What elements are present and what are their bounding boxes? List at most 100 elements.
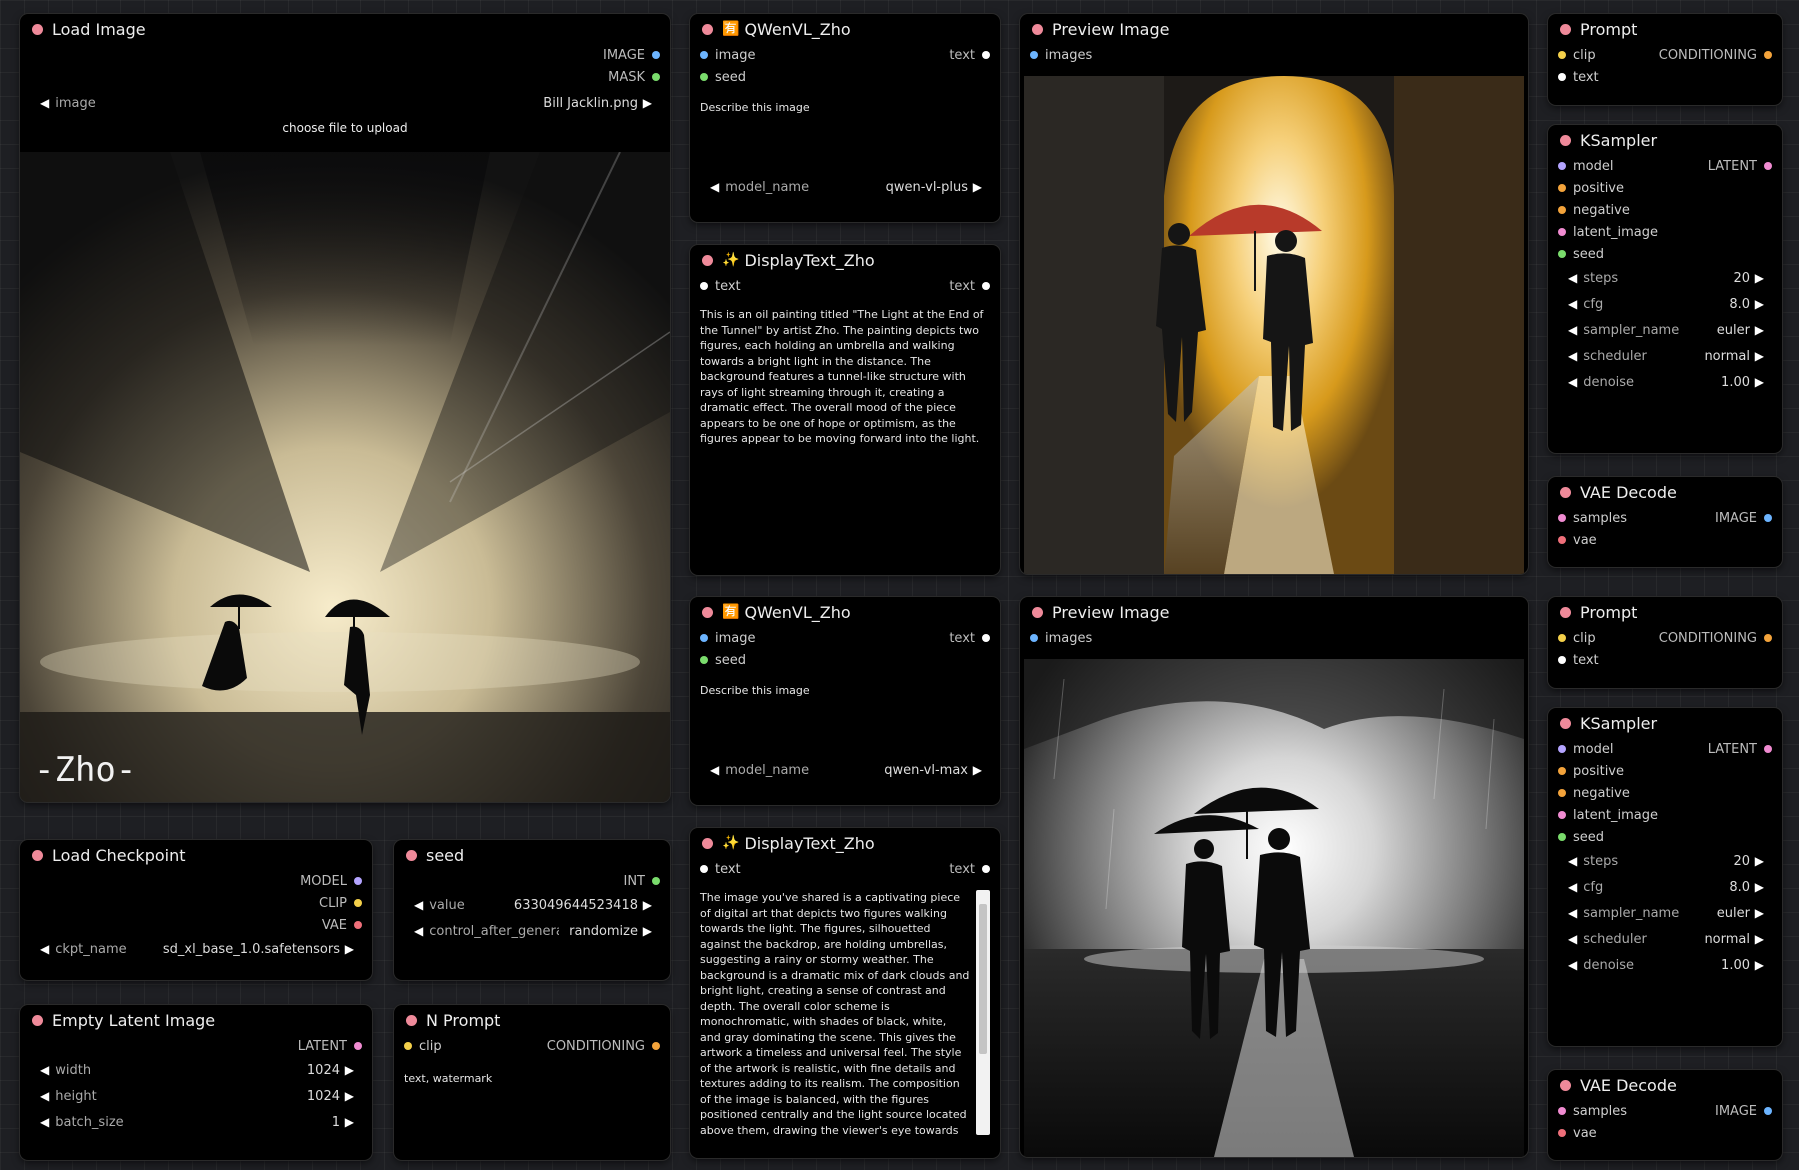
- chevron-left-icon[interactable]: ◀: [40, 1089, 49, 1103]
- chevron-right-icon[interactable]: ▶: [1755, 297, 1764, 311]
- textarea-scrollbar[interactable]: [976, 890, 990, 1135]
- model-selector[interactable]: ◀ model_name qwen-vl-plus ▶: [700, 174, 990, 200]
- load-checkpoint-node[interactable]: Load Checkpoint MODEL CLIP VAE ◀ ckpt_nam…: [20, 840, 372, 980]
- choose-file-button[interactable]: choose file to upload: [20, 118, 670, 138]
- chevron-left-icon[interactable]: ◀: [1568, 297, 1577, 311]
- chevron-left-icon[interactable]: ◀: [1568, 271, 1577, 285]
- chevron-right-icon[interactable]: ▶: [345, 942, 354, 956]
- ksampler-node-1[interactable]: KSampler model LATENT positive negative l…: [1548, 125, 1782, 453]
- input-latent-image-port[interactable]: [1558, 228, 1566, 236]
- output-model-port[interactable]: [354, 877, 362, 885]
- input-images-port[interactable]: [1030, 634, 1038, 642]
- output-mask-port[interactable]: [652, 73, 660, 81]
- prompt-node-2[interactable]: Prompt clip CONDITIONING text: [1548, 597, 1782, 688]
- output-image-port[interactable]: [1764, 514, 1772, 522]
- chevron-right-icon[interactable]: ▶: [643, 96, 652, 110]
- input-samples-port[interactable]: [1558, 1107, 1566, 1115]
- chevron-left-icon[interactable]: ◀: [40, 1115, 49, 1129]
- output-image-port[interactable]: [1764, 1107, 1772, 1115]
- input-seed-port[interactable]: [700, 73, 708, 81]
- output-clip-port[interactable]: [354, 899, 362, 907]
- chevron-left-icon[interactable]: ◀: [40, 942, 49, 956]
- input-text-port[interactable]: [1558, 73, 1566, 81]
- steps-widget[interactable]: ◀ steps 20 ▶: [1558, 848, 1772, 874]
- chevron-right-icon[interactable]: ▶: [1755, 349, 1764, 363]
- chevron-right-icon[interactable]: ▶: [1755, 958, 1764, 972]
- chevron-left-icon[interactable]: ◀: [40, 96, 49, 110]
- display-textarea[interactable]: The image you've shared is a captivating…: [690, 890, 1000, 1140]
- input-latent-image-port[interactable]: [1558, 811, 1566, 819]
- input-text-port[interactable]: [700, 282, 708, 290]
- output-latent-port[interactable]: [1764, 162, 1772, 170]
- chevron-right-icon[interactable]: ▶: [973, 180, 982, 194]
- preview-image-node-1[interactable]: Preview Image images: [1020, 14, 1528, 574]
- seed-node[interactable]: seed INT ◀ value 633049644523418 ▶ ◀ control…: [394, 840, 670, 980]
- input-image-port[interactable]: [700, 634, 708, 642]
- chevron-right-icon[interactable]: ▶: [345, 1089, 354, 1103]
- output-text-port[interactable]: [982, 51, 990, 59]
- chevron-left-icon[interactable]: ◀: [414, 924, 423, 938]
- chevron-right-icon[interactable]: ▶: [643, 898, 652, 912]
- displaytext-node-1[interactable]: ✨ DisplayText_Zho text text This is an oil…: [690, 245, 1000, 575]
- chevron-right-icon[interactable]: ▶: [1755, 323, 1764, 337]
- input-positive-port[interactable]: [1558, 184, 1566, 192]
- ckpt-selector[interactable]: ◀ ckpt_name sd_xl_base_1.0.safetensors ▶: [30, 936, 362, 962]
- denoise-widget[interactable]: ◀ denoise 1.00 ▶: [1558, 369, 1772, 395]
- chevron-left-icon[interactable]: ◀: [710, 180, 719, 194]
- input-seed-port[interactable]: [1558, 250, 1566, 258]
- preview-image-node-2[interactable]: Preview Image images: [1020, 597, 1528, 1157]
- chevron-left-icon[interactable]: ◀: [40, 1063, 49, 1077]
- input-text-port[interactable]: [700, 865, 708, 873]
- output-latent-port[interactable]: [354, 1042, 362, 1050]
- image-selector[interactable]: ◀ image Bill Jacklin.png ▶: [30, 90, 660, 116]
- steps-widget[interactable]: ◀ steps 20 ▶: [1558, 265, 1772, 291]
- chevron-right-icon[interactable]: ▶: [973, 763, 982, 777]
- scheduler-widget[interactable]: ◀ scheduler normal ▶: [1558, 343, 1772, 369]
- output-text-port[interactable]: [982, 282, 990, 290]
- chevron-right-icon[interactable]: ▶: [345, 1115, 354, 1129]
- input-clip-port[interactable]: [1558, 634, 1566, 642]
- input-images-port[interactable]: [1030, 51, 1038, 59]
- prompt-node-1[interactable]: Prompt clip CONDITIONING text: [1548, 14, 1782, 105]
- input-model-port[interactable]: [1558, 745, 1566, 753]
- n-prompt-node[interactable]: N Prompt clip CONDITIONING text, watermar…: [394, 1005, 670, 1160]
- chevron-right-icon[interactable]: ▶: [1755, 932, 1764, 946]
- load-image-node[interactable]: Load Image IMAGE MASK ◀ image Bill Jackli…: [20, 14, 670, 802]
- chevron-left-icon[interactable]: ◀: [1568, 906, 1577, 920]
- prompt-textarea[interactable]: Describe this image: [690, 683, 1000, 753]
- input-image-port[interactable]: [700, 51, 708, 59]
- output-vae-port[interactable]: [354, 921, 362, 929]
- prompt-textarea[interactable]: Describe this image: [690, 100, 1000, 170]
- qwenvl-node-1[interactable]: 🈶 QWenVL_Zho image text seed Describe this…: [690, 14, 1000, 222]
- output-conditioning-port[interactable]: [1764, 51, 1772, 59]
- display-textarea[interactable]: This is an oil painting titled "The Ligh…: [690, 307, 1000, 447]
- input-seed-port[interactable]: [700, 656, 708, 664]
- seed-value-widget[interactable]: ◀ value 633049644523418 ▶: [404, 892, 660, 918]
- empty-latent-node[interactable]: Empty Latent Image LATENT ◀ width 1024 ▶ ◀ h…: [20, 1005, 372, 1160]
- vae-decode-node-1[interactable]: VAE Decode samples IMAGE vae: [1548, 477, 1782, 567]
- output-latent-port[interactable]: [1764, 745, 1772, 753]
- chevron-right-icon[interactable]: ▶: [345, 1063, 354, 1077]
- output-int-port[interactable]: [652, 877, 660, 885]
- cfg-widget[interactable]: ◀ cfg 8.0 ▶: [1558, 291, 1772, 317]
- sampler-name-widget[interactable]: ◀ sampler_name euler ▶: [1558, 900, 1772, 926]
- input-model-port[interactable]: [1558, 162, 1566, 170]
- chevron-left-icon[interactable]: ◀: [1568, 958, 1577, 972]
- qwenvl-node-2[interactable]: 🈶 QWenVL_Zho image text seed Describe this…: [690, 597, 1000, 805]
- scheduler-widget[interactable]: ◀ scheduler normal ▶: [1558, 926, 1772, 952]
- output-conditioning-port[interactable]: [652, 1042, 660, 1050]
- chevron-right-icon[interactable]: ▶: [643, 924, 652, 938]
- chevron-left-icon[interactable]: ◀: [1568, 932, 1577, 946]
- chevron-left-icon[interactable]: ◀: [1568, 375, 1577, 389]
- batch-size-widget[interactable]: ◀ batch_size 1 ▶: [30, 1109, 362, 1135]
- input-seed-port[interactable]: [1558, 833, 1566, 841]
- width-widget[interactable]: ◀ width 1024 ▶: [30, 1057, 362, 1083]
- chevron-right-icon[interactable]: ▶: [1755, 906, 1764, 920]
- chevron-left-icon[interactable]: ◀: [710, 763, 719, 777]
- ksampler-node-2[interactable]: KSampler model LATENT positive negative l…: [1548, 708, 1782, 1046]
- vae-decode-node-2[interactable]: VAE Decode samples IMAGE vae: [1548, 1070, 1782, 1160]
- chevron-right-icon[interactable]: ▶: [1755, 854, 1764, 868]
- chevron-left-icon[interactable]: ◀: [1568, 854, 1577, 868]
- output-conditioning-port[interactable]: [1764, 634, 1772, 642]
- input-clip-port[interactable]: [1558, 51, 1566, 59]
